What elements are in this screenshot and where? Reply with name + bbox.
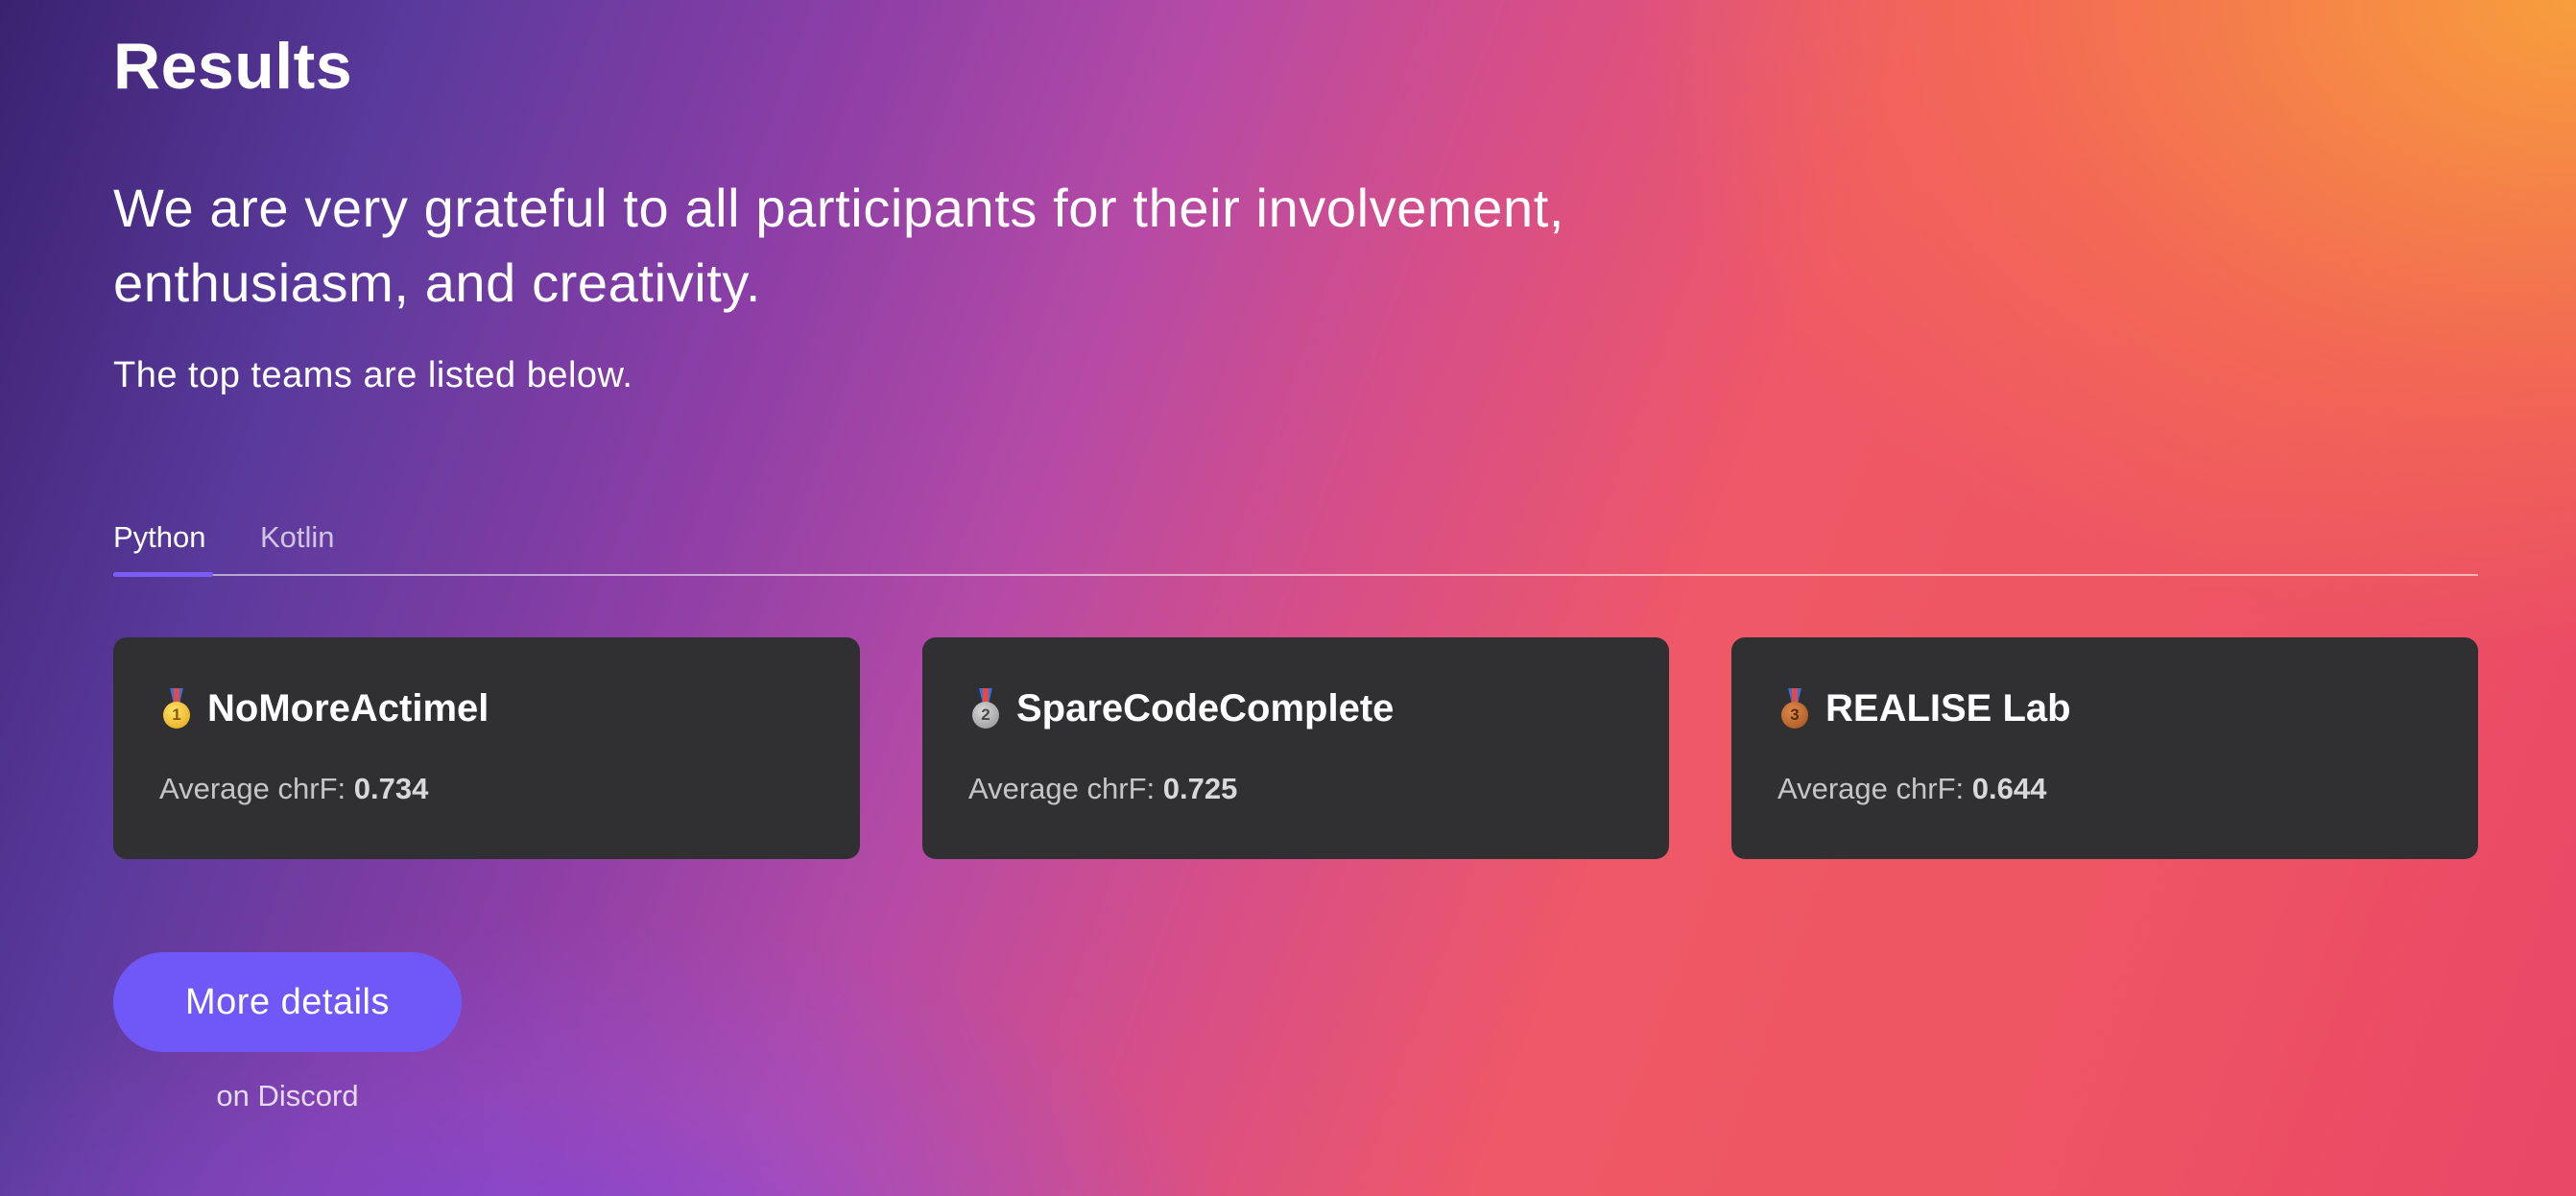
page-title: Results [113, 30, 353, 103]
card-title: 3 REALISE Lab [1777, 687, 2071, 730]
metric-label: Average chrF: [1777, 772, 1965, 805]
card-title: 1 NoMoreActimel [159, 687, 489, 730]
discord-note: on Discord [216, 1079, 359, 1112]
score-value: 0.734 [353, 772, 429, 805]
leaderboard-card-second: 2 SpareCodeComplete Average chrF: 0.725 [922, 637, 1669, 859]
metric-label: Average chrF: [968, 772, 1156, 805]
language-tabs: Python Kotlin [113, 514, 2478, 577]
medal-rank: 2 [972, 701, 999, 729]
intro-lead: We are very grateful to all participants… [113, 178, 1565, 313]
more-details-button[interactable]: More details [113, 952, 462, 1052]
tab-python[interactable]: Python [113, 514, 213, 577]
metric-label: Average chrF: [159, 772, 346, 805]
score-line: Average chrF: 0.644 [1777, 772, 2046, 806]
team-name: NoMoreActimel [207, 687, 489, 730]
leaderboard-card-first: 1 NoMoreActimel Average chrF: 0.734 [113, 637, 860, 859]
medal-rank: 3 [1781, 701, 1808, 729]
team-name: SpareCodeComplete [1016, 687, 1395, 730]
silver-medal-icon: 2 [968, 687, 1003, 730]
score-line: Average chrF: 0.725 [968, 772, 1237, 806]
medal-rank: 1 [163, 701, 190, 729]
gold-medal-icon: 1 [159, 687, 194, 730]
score-value: 0.725 [1162, 772, 1238, 805]
score-line: Average chrF: 0.734 [159, 772, 428, 806]
card-title: 2 SpareCodeComplete [968, 687, 1394, 730]
team-name: REALISE Lab [1825, 687, 2071, 730]
tab-kotlin[interactable]: Kotlin [260, 514, 335, 574]
bronze-medal-icon: 3 [1777, 687, 1812, 730]
leaderboard-card-third: 3 REALISE Lab Average chrF: 0.644 [1731, 637, 2478, 859]
score-value: 0.644 [1971, 772, 2047, 805]
intro-subtext: The top teams are listed below. [113, 355, 633, 395]
